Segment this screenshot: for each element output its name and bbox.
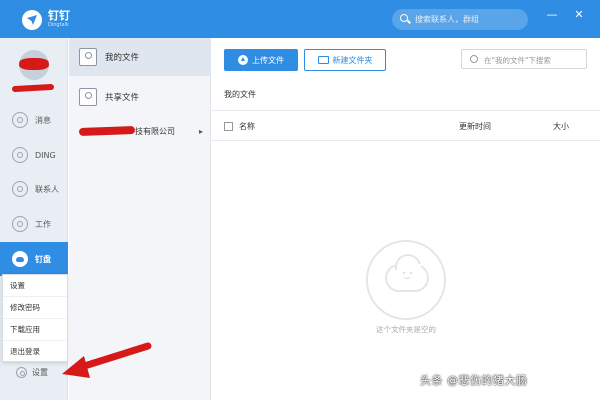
app-name: 钉钉	[48, 9, 70, 22]
search-icon	[400, 14, 408, 22]
global-search-input[interactable]: 搜索联系人，群组	[392, 9, 528, 30]
upload-icon	[238, 55, 248, 65]
dingtalk-logo-icon	[22, 10, 42, 30]
new-folder-button[interactable]: 新建文件夹	[304, 49, 386, 71]
nav-label: DING	[35, 150, 56, 160]
avatar[interactable]	[19, 50, 49, 80]
org-name-suffix: 技有限公司	[135, 126, 175, 136]
close-button[interactable]: ✕	[572, 8, 586, 21]
file-search-input[interactable]: 在"我的文件"下搜索	[461, 49, 587, 69]
nav-item-contacts[interactable]: 联系人	[0, 172, 68, 206]
nav-label: 工作	[35, 219, 51, 229]
search-icon	[470, 55, 478, 63]
empty-folder-illustration	[366, 240, 446, 320]
menu-item-change-password[interactable]: 修改密码	[3, 297, 67, 319]
title-bar: 钉钉 Dingtalk 搜索联系人，群组 — ✕	[0, 0, 600, 38]
user-file-icon	[79, 48, 97, 66]
settings-label: 设置	[32, 368, 48, 377]
new-folder-label: 新建文件夹	[332, 55, 373, 65]
file-search-placeholder: 在"我的文件"下搜索	[484, 56, 551, 65]
settings-button[interactable]: 设置	[16, 367, 48, 378]
cloud-disk-icon	[12, 251, 28, 267]
menu-item-settings[interactable]: 设置	[3, 275, 67, 297]
settings-popup-menu: 设置 修改密码 下载应用 退出登录	[2, 274, 68, 362]
ding-icon	[12, 147, 28, 163]
category-my-files[interactable]: 我的文件	[69, 38, 211, 76]
message-icon	[12, 112, 28, 128]
org-name-redaction	[78, 126, 136, 136]
upload-file-button[interactable]: 上传文件	[224, 49, 298, 71]
category-shared-files[interactable]: 共享文件	[69, 78, 211, 116]
nav-label: 消息	[35, 115, 51, 125]
menu-item-download-app[interactable]: 下载应用	[3, 319, 67, 341]
nav-label: 钉盘	[35, 254, 51, 264]
category-label: 我的文件	[105, 53, 140, 63]
upload-label: 上传文件	[252, 55, 284, 65]
main-content: 上传文件 新建文件夹 在"我的文件"下搜索 我的文件 名称 更新时间 大小 这个…	[211, 38, 600, 400]
column-updated-time[interactable]: 更新时间	[459, 121, 491, 132]
nav-item-ding[interactable]: DING	[0, 138, 68, 172]
username-redaction	[11, 83, 55, 93]
share-icon	[79, 88, 97, 106]
empty-state-text: 这个文件夹是空的	[376, 325, 436, 334]
chevron-right-icon: ▸	[198, 126, 203, 136]
annotation-arrow	[62, 342, 152, 378]
watermark: 头条 @悲伤的猪大肠	[420, 374, 528, 387]
nav-item-messages[interactable]: 消息	[0, 103, 68, 137]
minimize-button[interactable]: —	[545, 8, 559, 21]
gear-icon	[16, 367, 27, 378]
folder-icon	[317, 56, 329, 64]
nav-item-work[interactable]: 工作	[0, 207, 68, 241]
breadcrumb: 我的文件	[224, 90, 256, 99]
contacts-icon	[12, 181, 28, 197]
file-table-header: 名称 更新时间 大小	[211, 111, 600, 141]
category-organization[interactable]: 技有限公司 ▸	[69, 112, 211, 150]
column-name[interactable]: 名称	[239, 121, 255, 132]
cloud-icon	[385, 264, 429, 292]
work-icon	[12, 216, 28, 232]
category-label: 共享文件	[105, 93, 140, 103]
nav-item-cloud-disk[interactable]: 钉盘	[0, 242, 68, 276]
nav-label: 联系人	[35, 184, 59, 194]
app-subtitle: Dingtalk	[48, 22, 69, 28]
select-all-checkbox[interactable]	[224, 122, 233, 131]
menu-item-logout[interactable]: 退出登录	[3, 341, 67, 363]
global-search-placeholder: 搜索联系人，群组	[415, 15, 479, 24]
column-size[interactable]: 大小	[553, 121, 569, 132]
